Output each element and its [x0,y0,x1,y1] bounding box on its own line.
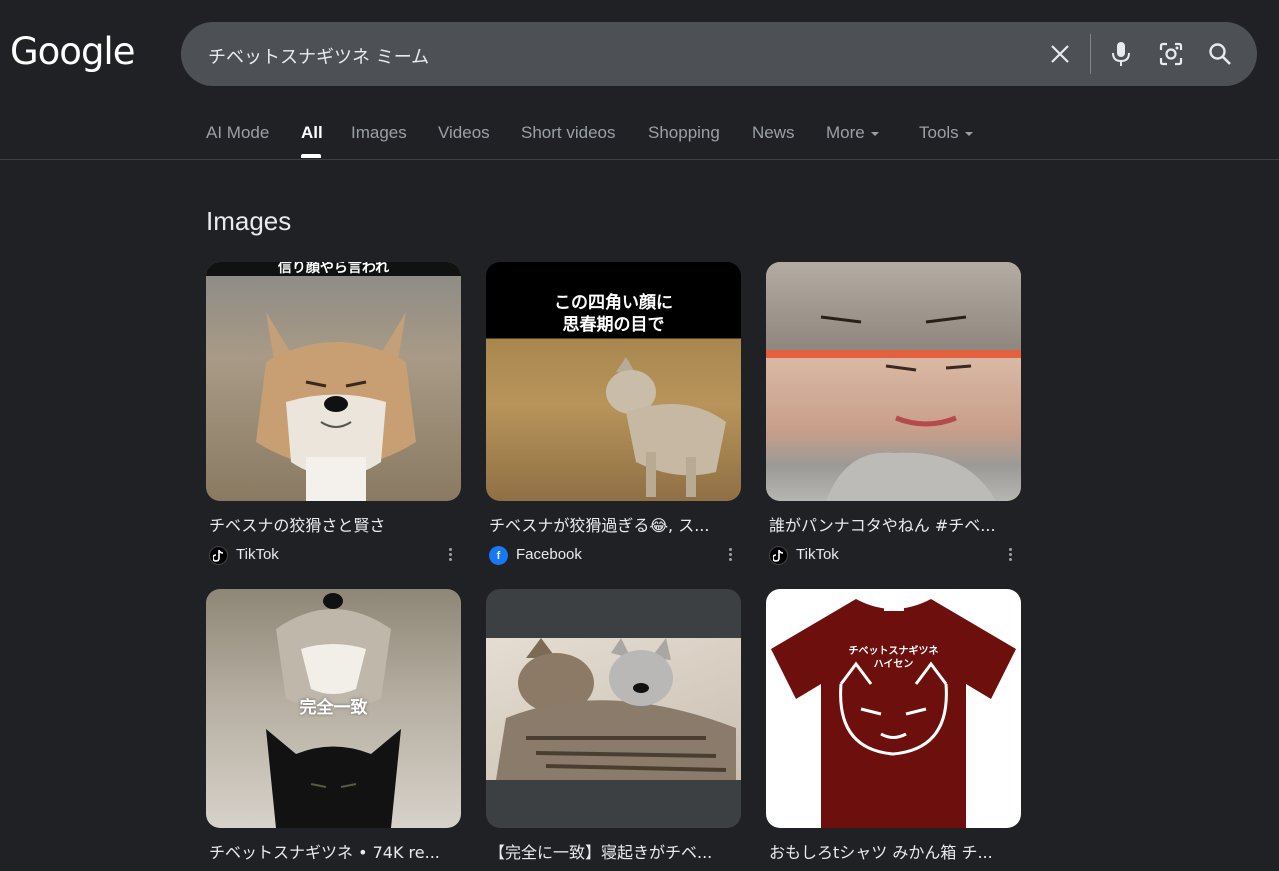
tab-videos[interactable]: Videos [438,123,490,143]
image-result-card[interactable]: 誰がパンナコタやねん #チベ... TikTok [766,262,1021,565]
person-photo [766,358,1021,501]
more-options-icon[interactable] [449,548,453,562]
search-input[interactable]: チベットスナギツネ ミーム [208,43,429,69]
image-result-card[interactable]: 信り顔やら言われ チベスナの狡猾さと賢さ TikTok [206,262,461,565]
image-caption[interactable]: 誰がパンナコタやねん #チベ... [766,512,1016,536]
tab-more[interactable]: More [826,123,879,143]
fox-illustration [606,357,726,497]
thumb-overlay-text: 完全一致 [299,698,368,717]
source-name: TikTok [236,546,279,563]
image-thumbnail[interactable]: 信り顔やら言われ [206,262,461,501]
tab-images[interactable]: Images [351,123,407,143]
fox-eyes-strip [766,262,1021,350]
images-section-title: Images [206,206,292,236]
tab-tools[interactable]: Tools [919,123,973,143]
tab-tools-label: Tools [919,123,959,142]
image-caption[interactable]: チベスナの狡猾さと賢さ [206,512,456,536]
more-options-icon[interactable] [729,548,733,562]
tshirt-illustration [771,599,1016,828]
facebook-icon: f [489,546,508,565]
thumb-overlay-text: チベットスナギツネ ハイセン [848,646,939,670]
tab-news[interactable]: News [752,123,795,143]
more-options-icon[interactable] [1009,548,1013,562]
cat-fox-photo [486,638,741,780]
fox-illustration [256,312,416,501]
image-source[interactable]: f Facebook [486,545,741,565]
image-thumbnail[interactable] [486,589,741,828]
active-tab-indicator [301,154,321,158]
image-caption[interactable]: チベスナが狡猾過ぎる😂, ス... [486,512,736,536]
caret-down-icon [870,131,879,136]
search-bar[interactable]: チベットスナギツネ ミーム [181,22,1257,86]
search-icon[interactable] [1206,40,1234,68]
image-result-card[interactable]: 完全一致 チベットスナギツネ • 74K re... [206,589,461,863]
search-tabs: AI Mode All Images Videos Short videos S… [0,118,1279,160]
tab-shopping[interactable]: Shopping [648,123,720,143]
image-caption[interactable]: おもしろtシャツ みかん箱 チ... [766,839,1016,863]
caret-down-icon [964,131,973,136]
thumb-overlay-text: 信り顔やら言われ [277,262,390,275]
search-divider [1090,34,1091,74]
image-caption[interactable]: 【完全に一致】寝起きがチベ... [486,839,736,863]
lens-icon[interactable] [1157,40,1185,68]
source-name: TikTok [796,546,839,563]
image-source[interactable]: TikTok [766,545,1021,565]
tab-short-videos[interactable]: Short videos [521,123,616,143]
image-thumbnail[interactable]: 完全一致 [206,589,461,828]
source-name: Facebook [516,546,582,563]
tiktok-icon [209,546,228,565]
image-result-card[interactable]: チベットスナギツネ ハイセン おもしろtシャツ みかん箱 チ... [766,589,1021,863]
image-thumbnail[interactable] [766,262,1021,501]
image-result-card[interactable]: この四角い顔に 思春期の目で チベスナが狡猾過ぎる😂, ス... f Faceb… [486,262,741,565]
clear-icon[interactable] [1046,40,1074,68]
image-result-card[interactable]: 【完全に一致】寝起きがチベ... [486,589,741,863]
google-logo[interactable]: Google [10,30,135,73]
tab-more-label: More [826,123,865,142]
tab-all[interactable]: All [301,123,323,143]
tiktok-icon [769,546,788,565]
image-source[interactable]: TikTok [206,545,461,565]
microphone-icon[interactable] [1107,40,1135,68]
tab-ai-mode[interactable]: AI Mode [206,123,269,143]
image-thumbnail[interactable]: この四角い顔に 思春期の目で [486,262,741,501]
image-caption[interactable]: チベットスナギツネ • 74K re... [206,839,456,863]
thumb-stripe [766,350,1021,358]
image-thumbnail[interactable]: チベットスナギツネ ハイセン [766,589,1021,828]
thumb-overlay-text: この四角い顔に 思春期の目で [554,293,673,334]
